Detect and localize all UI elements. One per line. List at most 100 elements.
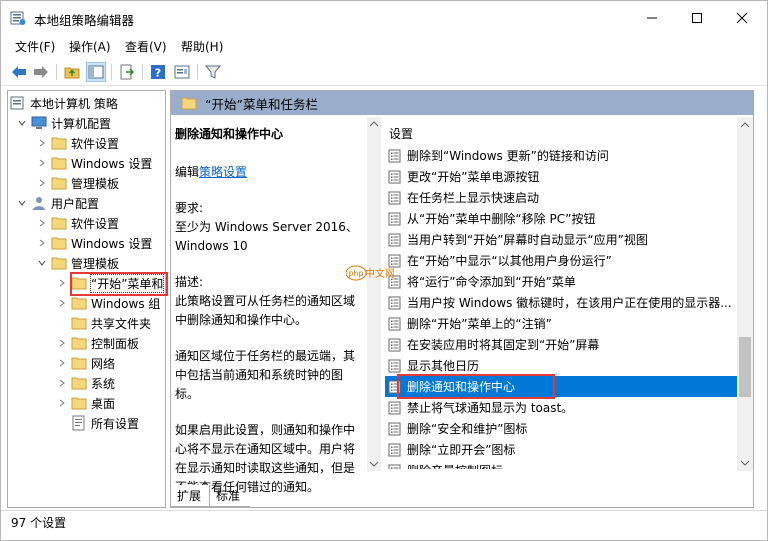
tree-item[interactable]: 管理模板: [36, 173, 119, 193]
menu-view[interactable]: 查看(V): [125, 38, 167, 55]
export-list-button[interactable]: [117, 62, 137, 82]
list-item[interactable]: 删除“立即开会”图标: [385, 439, 737, 460]
chevron-right-icon[interactable]: [56, 333, 68, 353]
status-bar: 97 个设置: [1, 510, 767, 532]
minimize-button[interactable]: [629, 1, 674, 35]
tree-item[interactable]: Windows 设置: [36, 233, 152, 253]
chevron-down-icon[interactable]: [16, 193, 28, 213]
tree-item-label: Windows 设置: [71, 236, 153, 251]
tree-item[interactable]: Windows 组: [56, 293, 160, 313]
list-item-label: 将“运行”命令添加到“开始”菜单: [407, 275, 576, 289]
scroll-down-icon[interactable]: [737, 455, 753, 471]
tree-item[interactable]: 所有设置: [56, 413, 139, 433]
maximize-icon: [691, 13, 702, 23]
list-item-label: 禁止将气球通知显示为 toast。: [407, 401, 574, 415]
list-item-label: 从“开始”菜单中删除“移除 PC”按钮: [407, 212, 596, 226]
chevron-right-icon[interactable]: [36, 213, 48, 233]
tab-standard[interactable]: 标准: [210, 485, 250, 507]
policy-editor-icon: [10, 11, 26, 25]
folder-icon: [71, 397, 87, 410]
folder-icon: [51, 177, 67, 190]
description-scrollbar[interactable]: [367, 117, 381, 471]
chevron-right-icon[interactable]: [56, 273, 68, 293]
chevron-right-icon[interactable]: [36, 153, 48, 173]
chevron-right-icon[interactable]: [56, 393, 68, 413]
maximize-button[interactable]: [674, 1, 719, 35]
tree-item[interactable]: 软件设置: [36, 213, 119, 233]
column-header-settings[interactable]: 设置: [389, 125, 413, 142]
tab-extended[interactable]: 扩展: [170, 485, 210, 507]
close-button[interactable]: [719, 1, 764, 35]
up-folder-button[interactable]: [62, 62, 82, 82]
folder-icon: [71, 317, 87, 330]
list-item[interactable]: 在“开始”中显示“以其他用户身份运行”: [385, 250, 737, 271]
menu-action[interactable]: 操作(A): [69, 38, 111, 55]
policy-setting-icon: [388, 170, 401, 183]
menu-help[interactable]: 帮助(H): [181, 38, 223, 55]
folder-icon: [71, 297, 87, 310]
list-item[interactable]: 将“运行”命令添加到“开始”菜单: [385, 271, 737, 292]
list-item[interactable]: 删除音量控制图标: [385, 460, 737, 469]
list-item[interactable]: 禁止将气球通知显示为 toast。: [385, 397, 737, 418]
tree-item-label: 本地计算机 策略: [30, 96, 118, 111]
edit-policy-link[interactable]: 策略设置: [199, 165, 247, 179]
tree-item[interactable]: 本地计算机 策略: [10, 93, 118, 113]
list-item[interactable]: 当用户转到“开始”屏幕时自动显示“应用”视图: [385, 229, 737, 250]
help-icon: ?: [151, 65, 165, 80]
chevron-right-icon[interactable]: [56, 293, 68, 313]
properties-button[interactable]: [172, 62, 192, 82]
list-item[interactable]: 删除“开始”菜单上的“注销”: [385, 313, 737, 334]
tree-item-label: 软件设置: [71, 136, 120, 151]
list-item[interactable]: 显示其他日历: [385, 355, 737, 376]
chevron-right-icon[interactable]: [36, 233, 48, 253]
list-item-label: 删除到“Windows 更新”的链接和访问: [407, 149, 609, 163]
list-item-label: 删除“立即开会”图标: [407, 443, 516, 457]
tree-item[interactable]: 用户配置: [16, 193, 99, 213]
requirements-value: 至少为 Windows Server 2016、Windows 10: [175, 220, 358, 253]
policy-setting-icon: [388, 317, 401, 330]
chevron-right-icon[interactable]: [36, 173, 48, 193]
list-item[interactable]: 在任务栏上显示快速启动: [385, 187, 737, 208]
scroll-thumb[interactable]: [739, 337, 751, 397]
chevron-down-icon[interactable]: [16, 113, 28, 133]
chevron-down-icon[interactable]: [36, 253, 48, 273]
forward-button[interactable]: [31, 62, 51, 82]
svg-text:中文网: 中文网: [365, 267, 394, 280]
list-item[interactable]: 更改“开始”菜单电源按钮: [385, 166, 737, 187]
status-count: 97 个设置: [11, 516, 67, 530]
list-item[interactable]: 从“开始”菜单中删除“移除 PC”按钮: [385, 208, 737, 229]
tree-item[interactable]: 共享文件夹: [56, 313, 151, 333]
requirements-label: 要求:: [175, 201, 204, 215]
list-item[interactable]: 在安装应用时将其固定到“开始”屏幕: [385, 334, 737, 355]
settings-scrollbar[interactable]: [737, 117, 753, 471]
list-item[interactable]: 删除“安全和维护”图标: [385, 418, 737, 439]
computer-icon: [31, 116, 47, 129]
tree-item[interactable]: 计算机配置: [16, 113, 111, 133]
highlight-box: [70, 272, 168, 296]
toolbar-separator: [142, 64, 143, 80]
tree-item[interactable]: Windows 设置: [36, 153, 152, 173]
menu-file[interactable]: 文件(F): [15, 38, 55, 55]
list-item[interactable]: 删除到“Windows 更新”的链接和访问: [385, 145, 737, 166]
tree-item[interactable]: 软件设置: [36, 133, 119, 153]
chevron-right-icon[interactable]: [56, 353, 68, 373]
chevron-right-icon[interactable]: [36, 133, 48, 153]
help-button[interactable]: ?: [148, 62, 168, 82]
tree-item[interactable]: 管理模板: [36, 253, 119, 273]
chevron-right-icon[interactable]: [56, 373, 68, 393]
tree-item[interactable]: 网络: [56, 353, 115, 373]
scroll-up-icon[interactable]: [737, 117, 753, 133]
forward-arrow-icon: [34, 66, 48, 78]
list-item[interactable]: 当用户按 Windows 徽标键时，在该用户正在使用的显示器...: [385, 292, 737, 313]
list-item-label: 删除音量控制图标: [407, 462, 503, 469]
back-button[interactable]: [9, 62, 29, 82]
show-hide-tree-button[interactable]: [86, 62, 106, 82]
tree-item[interactable]: 系统: [56, 373, 115, 393]
tree-item[interactable]: 桌面: [56, 393, 115, 413]
details-pane: “开始”菜单和任务栏 删除通知和操作中心 编辑策略设置 要求: 至少为 Wind…: [170, 90, 754, 508]
filter-button[interactable]: [203, 62, 223, 82]
tree-item[interactable]: 控制面板: [56, 333, 139, 353]
settings-list: 删除到“Windows 更新”的链接和访问更改“开始”菜单电源按钮 在任务栏上显示…: [385, 145, 737, 469]
tree-item-label: 桌面: [91, 396, 116, 411]
